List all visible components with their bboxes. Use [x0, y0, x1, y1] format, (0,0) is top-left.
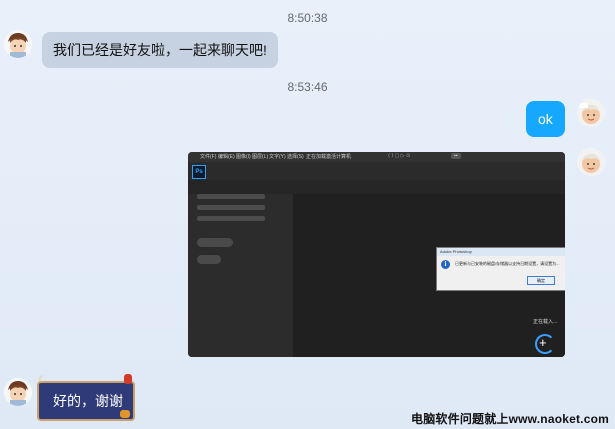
timestamp: 8:53:46: [287, 80, 328, 94]
my-avatar[interactable]: [577, 99, 605, 127]
moon-icon: ☾: [38, 375, 47, 386]
friend-avatar[interactable]: [4, 378, 32, 406]
placeholder-pill: [197, 255, 221, 264]
left-panel: [188, 194, 293, 357]
watermark-text: 电脑软件问题就上www.naoket.com: [411, 412, 609, 426]
info-icon: i: [441, 260, 450, 269]
menu-item: 文件(F): [200, 154, 217, 160]
window-controls: ⟨ ⟩ ▢ ▷ ⊙: [388, 153, 411, 159]
menu-item: 选择(S): [287, 154, 304, 160]
menu-item: 编辑(E): [218, 154, 235, 160]
dialog-text: 已更新与已安装的磁盘/存储器以支持日期设置，请设置为...: [455, 261, 560, 266]
timestamp: 8:50:38: [287, 11, 328, 25]
lantern-icon: [120, 410, 130, 418]
dialog-title: Adobe Photoshop: [437, 248, 565, 256]
toolbar: [188, 180, 565, 194]
screenshot-image[interactable]: 文件(F) 编辑(E) 图像(I) 图层(L) 文字(Y) 选择(S) 正在加载…: [188, 152, 565, 357]
loading-text: 正在载入...: [533, 319, 558, 325]
placeholder-pill: [197, 238, 233, 247]
message-text: 好的，谢谢: [53, 393, 123, 409]
photoshop-logo: Ps: [192, 165, 206, 179]
menu-item: 图层(L): [252, 154, 269, 160]
lantern-icon: [124, 374, 132, 384]
alert-dialog: Adobe Photoshop i 已更新与已安装的磁盘/存储器以支持日期设置，…: [436, 247, 565, 291]
tab-title: 正在加载激活计算机: [306, 154, 352, 160]
dialog-ok-button: 确定: [527, 276, 555, 285]
friend-avatar[interactable]: [4, 30, 32, 58]
options-bar: [188, 162, 565, 180]
menu-item: 文字(Y): [269, 154, 286, 160]
menu-item: 图像(I): [236, 154, 251, 160]
plus-icon: +: [539, 335, 547, 350]
placeholder-line: [197, 216, 265, 221]
placeholder-line: [197, 205, 265, 210]
placeholder-line: [197, 194, 265, 199]
badge: ▪▪: [451, 153, 461, 159]
message-bubble[interactable]: 我们已经是好友啦，一起来聊天吧!: [42, 32, 278, 68]
my-avatar[interactable]: [577, 148, 605, 176]
message-bubble[interactable]: ok: [526, 101, 565, 137]
photoshop-menubar: 文件(F) 编辑(E) 图像(I) 图层(L) 文字(Y) 选择(S) 正在加载…: [188, 152, 565, 162]
